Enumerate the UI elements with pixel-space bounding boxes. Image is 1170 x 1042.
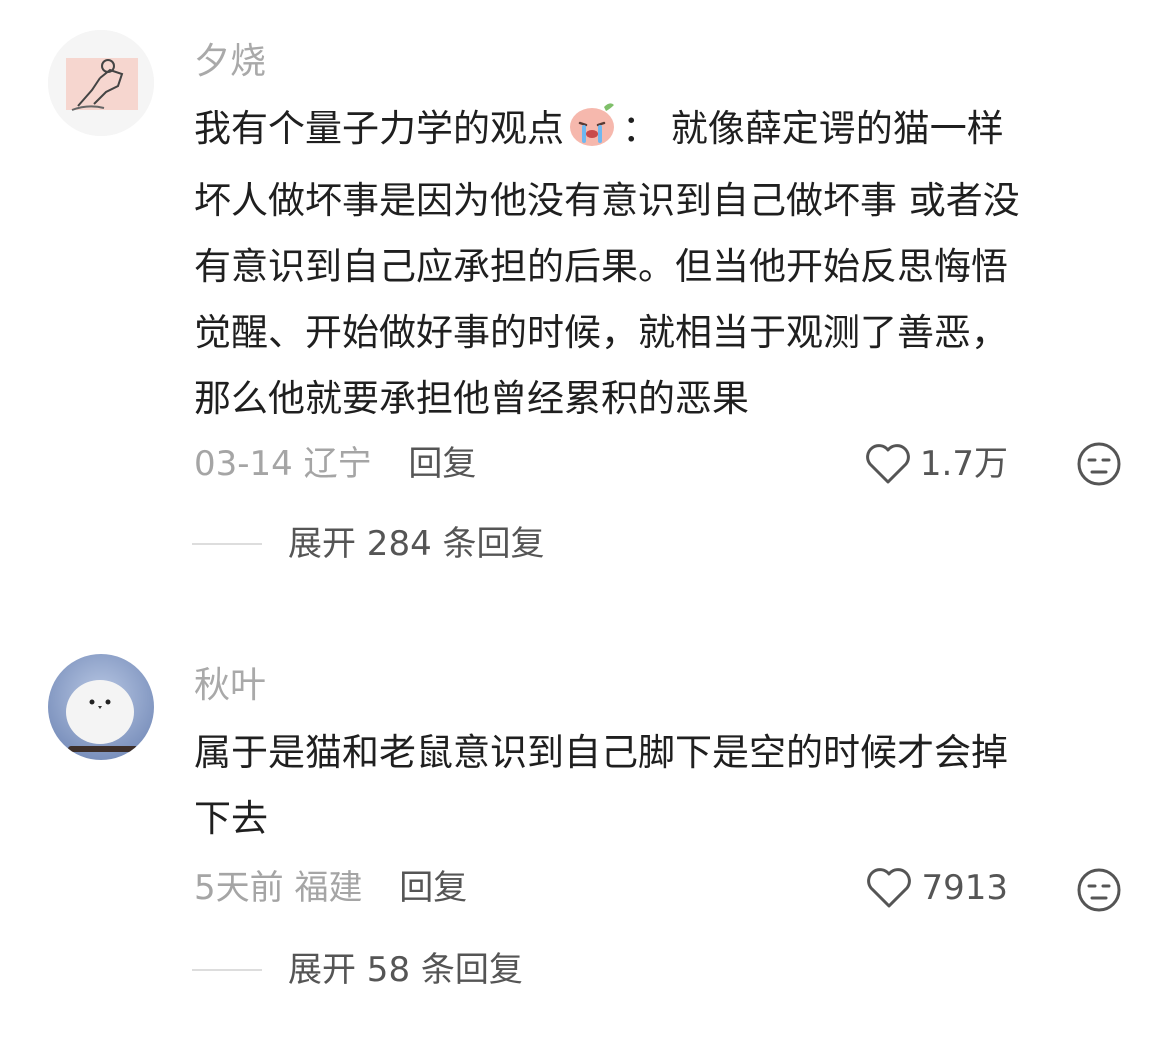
expand-replies-button[interactable]: 展开 58 条回复 bbox=[192, 948, 523, 992]
comment-meta: 5天前 福建 回复 bbox=[194, 866, 467, 910]
comment-text-line: 那么他就要承担他曾经累积的恶果 bbox=[194, 377, 749, 420]
expand-replies-label: 展开 284 条回复 bbox=[288, 524, 545, 564]
like-button[interactable]: 1.7万 bbox=[864, 442, 1008, 486]
avatar[interactable] bbox=[48, 30, 154, 136]
like-count: 7913 bbox=[921, 868, 1008, 908]
unamused-face-icon bbox=[1077, 442, 1121, 486]
reply-button[interactable]: 回复 bbox=[399, 868, 467, 908]
comment-text-line: 有意识到自己应承担的后果。但当他开始反思悔悟 bbox=[194, 245, 1008, 288]
expand-replies-label: 展开 58 条回复 bbox=[288, 950, 523, 990]
expand-replies-button[interactable]: 展开 284 条回复 bbox=[192, 522, 545, 566]
avatar-white-bird-image bbox=[48, 654, 154, 760]
like-count: 1.7万 bbox=[919, 444, 1008, 484]
crying-peach-emoji-icon bbox=[566, 101, 620, 168]
comment-date: 5天前 bbox=[194, 868, 284, 908]
comment-location: 福建 bbox=[294, 868, 363, 908]
comment-meta: 03-14 辽宁 回复 bbox=[194, 442, 476, 486]
unamused-face-icon bbox=[1077, 868, 1121, 912]
reply-button[interactable]: 回复 bbox=[408, 444, 476, 484]
dislike-button[interactable] bbox=[1075, 866, 1123, 914]
comment-text-line: 觉醒、开始做好事的时候，就相当于观测了善恶， bbox=[194, 311, 1008, 354]
comment-text: 我有个量子力学的观点 ： 就像薛定谔的猫一样 坏人做坏事是因为他没有意识到自己做… bbox=[194, 96, 1124, 432]
divider bbox=[192, 969, 262, 971]
comment-text-line: ： 就像薛定谔的猫一样 bbox=[622, 107, 1004, 150]
like-button[interactable]: 7913 bbox=[865, 866, 1008, 910]
comment-text-line: 我有个量子力学的观点 bbox=[194, 107, 564, 150]
avatar-sketch-image bbox=[48, 30, 154, 136]
comment-username[interactable]: 夕烧 bbox=[194, 40, 266, 84]
heart-icon bbox=[866, 444, 910, 484]
comment-text-line: 坏人做坏事是因为他没有意识到自己做坏事 或者没 bbox=[194, 179, 1020, 222]
comment-username[interactable]: 秋叶 bbox=[194, 664, 266, 708]
dislike-button[interactable] bbox=[1075, 440, 1123, 488]
comment-date: 03-14 bbox=[194, 444, 293, 484]
avatar[interactable] bbox=[48, 654, 154, 760]
heart-icon bbox=[867, 868, 912, 908]
comment-text: 属于是猫和老鼠意识到自己脚下是空的时候才会掉 下去 bbox=[194, 720, 1124, 852]
divider bbox=[192, 543, 262, 545]
comment-text-line: 属于是猫和老鼠意识到自己脚下是空的时候才会掉 bbox=[194, 731, 1008, 774]
comment-text-line: 下去 bbox=[194, 797, 268, 840]
comment-location: 辽宁 bbox=[303, 444, 372, 484]
